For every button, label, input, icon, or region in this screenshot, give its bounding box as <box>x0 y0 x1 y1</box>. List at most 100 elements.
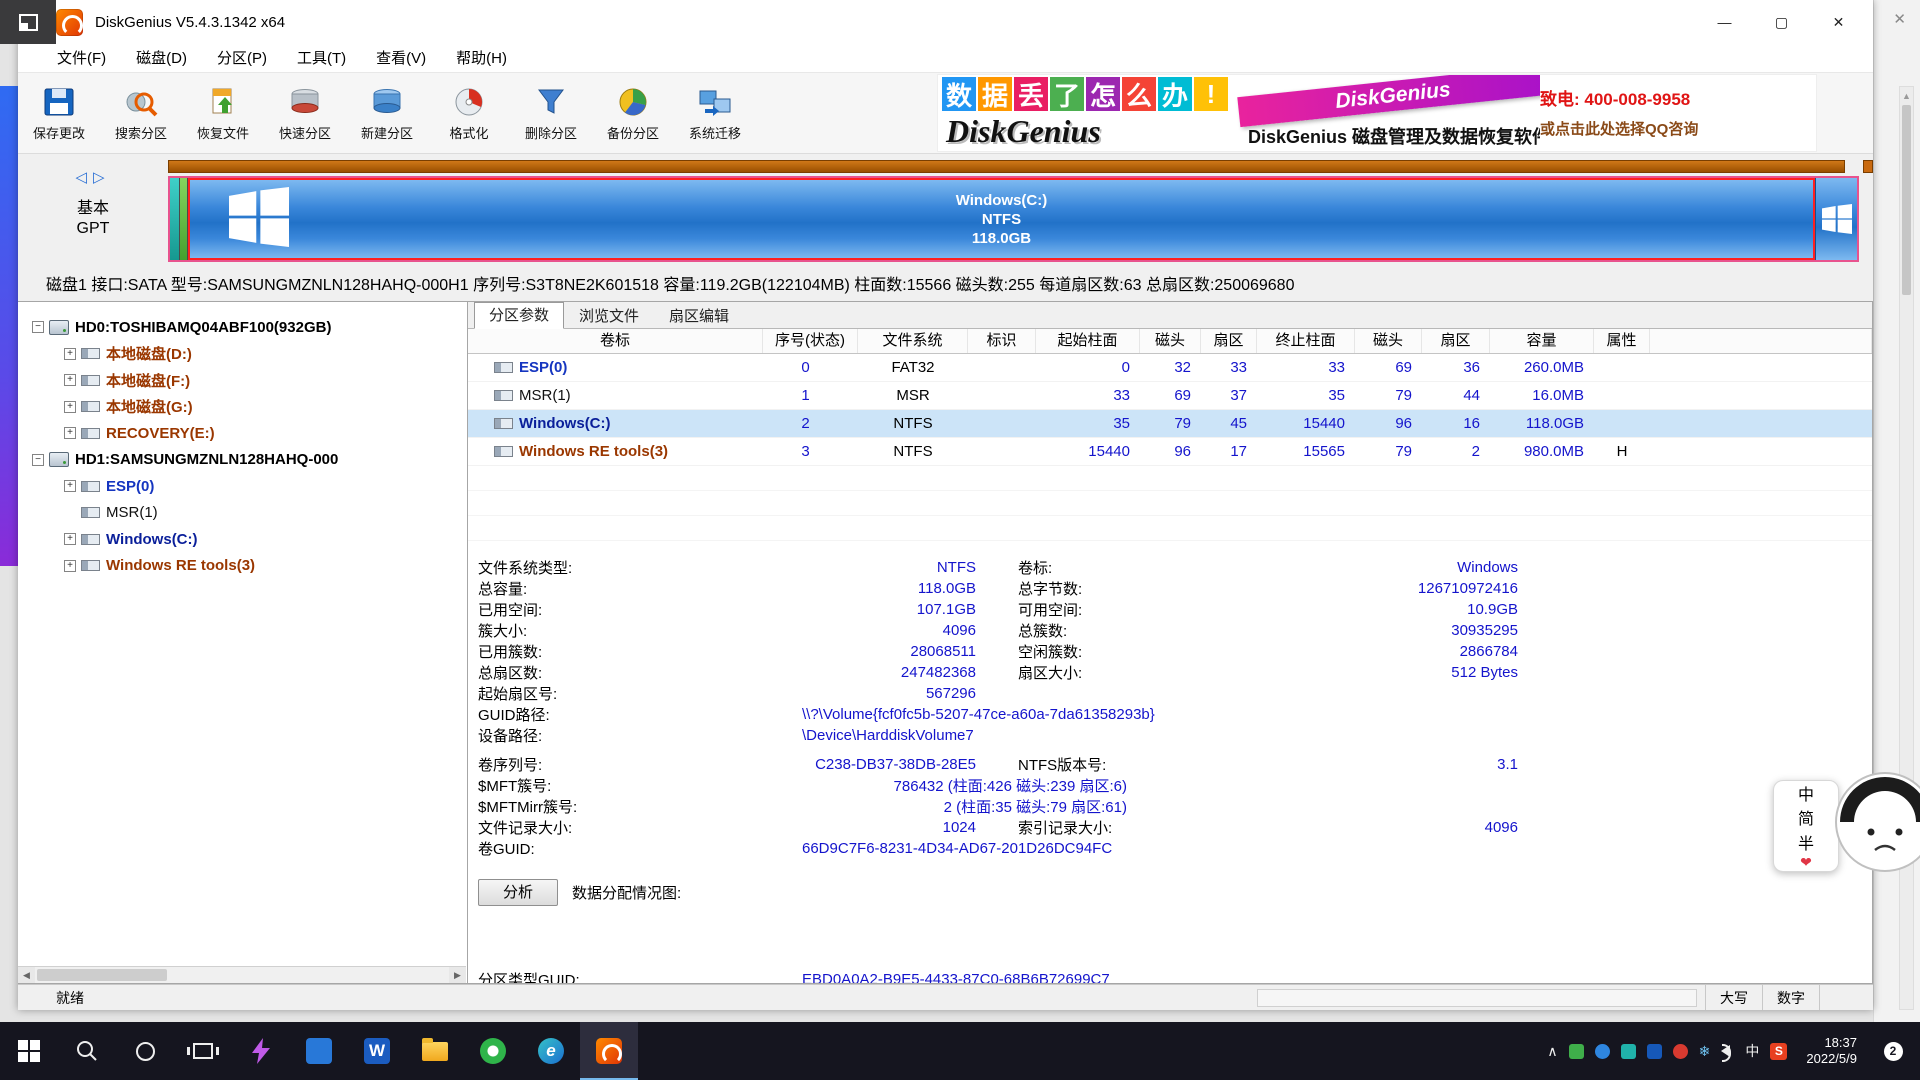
search-partition-button[interactable]: 搜索分区 <box>100 75 182 151</box>
taskbar-file-explorer[interactable] <box>406 1022 464 1080</box>
tree-item-hd1[interactable]: − HD1:SAMSUNGMZNLN128HAHQ-000 <box>18 447 467 474</box>
taskbar-app-flash[interactable] <box>232 1022 290 1080</box>
tree-item-windows-re[interactable]: + Windows RE tools(3) <box>18 553 467 580</box>
tab-partition-params[interactable]: 分区参数 <box>474 302 564 329</box>
tab-sector-edit[interactable]: 扇区编辑 <box>654 303 744 328</box>
scrollbar-thumb[interactable] <box>37 969 167 981</box>
save-changes-button[interactable]: 保存更改 <box>18 75 100 151</box>
disk-prev-button[interactable]: ◁ <box>75 169 93 186</box>
tree-item-windows-c[interactable]: + Windows(C:) <box>18 526 467 553</box>
background-close-icon[interactable]: ✕ <box>1893 10 1906 28</box>
quick-partition-icon <box>286 84 324 120</box>
expand-icon[interactable]: + <box>64 533 76 545</box>
backup-partition-button[interactable]: 备份分区 <box>592 75 674 151</box>
tree-item-recovery-e[interactable]: + RECOVERY(E:) <box>18 420 467 447</box>
expand-icon[interactable]: + <box>64 348 76 360</box>
sogou-icon[interactable]: S <box>1770 1043 1787 1060</box>
partition-segment-msr[interactable] <box>180 178 188 260</box>
menu-partition[interactable]: 分区(P) <box>202 44 282 72</box>
tab-browse-files[interactable]: 浏览文件 <box>564 303 654 328</box>
menu-help[interactable]: 帮助(H) <box>441 44 522 72</box>
recover-file-icon <box>204 84 242 120</box>
expand-icon[interactable]: + <box>64 480 76 492</box>
quick-partition-button[interactable]: 快速分区 <box>264 75 346 151</box>
menu-disk[interactable]: 磁盘(D) <box>121 44 202 72</box>
expand-icon[interactable]: + <box>64 401 76 413</box>
tree-item-local-d[interactable]: + 本地磁盘(D:) <box>18 341 467 368</box>
collapse-icon[interactable]: − <box>32 321 44 333</box>
resize-grip[interactable] <box>1819 985 1873 1010</box>
snowflake-icon[interactable]: ❄ <box>1699 1043 1711 1060</box>
ime-lang-mode[interactable]: 中 <box>1798 781 1814 805</box>
expand-icon[interactable]: + <box>64 427 76 439</box>
new-partition-button[interactable]: 新建分区 <box>346 75 428 151</box>
ime-simplified-mode[interactable]: 简 <box>1798 805 1814 829</box>
tree-item-esp[interactable]: + ESP(0) <box>18 473 467 500</box>
taskbar-app-store[interactable] <box>290 1022 348 1080</box>
partition-icon <box>494 418 513 429</box>
tree-item-msr[interactable]: MSR(1) <box>18 500 467 527</box>
ad-contact[interactable]: 致电: 400-008-9958 或点击此处选择QQ咨询 <box>1540 75 1810 151</box>
table-row-msr[interactable]: MSR(1) 1 MSR 33 69 37 35 79 44 16.0MB <box>468 382 1872 410</box>
disk-next-button[interactable]: ▷ <box>93 169 111 186</box>
heart-icon[interactable]: ❤ <box>1800 854 1812 871</box>
menu-view[interactable]: 查看(V) <box>361 44 441 72</box>
system-migration-button[interactable]: 系统迁移 <box>674 75 756 151</box>
table-row-windows-c[interactable]: Windows(C:) 2 NTFS 35 79 45 15440 96 16 … <box>468 410 1872 438</box>
ad-banner[interactable]: 数 据 丢 了 怎 么 办 ! DiskGenius DiskGenius Di… <box>937 74 1817 152</box>
notification-center-button[interactable]: 2 <box>1876 1042 1910 1061</box>
table-row-windows-re[interactable]: Windows RE tools(3) 3 NTFS 15440 96 17 1… <box>468 438 1872 466</box>
tree-item-local-g[interactable]: + 本地磁盘(G:) <box>18 394 467 421</box>
table-row-esp[interactable]: ESP(0) 0 FAT32 0 32 33 33 69 36 260.0MB <box>468 354 1872 382</box>
restore-window-icon[interactable] <box>19 14 38 31</box>
collapse-icon[interactable]: − <box>32 454 44 466</box>
tray-icon-red[interactable] <box>1673 1044 1688 1059</box>
expand-icon[interactable]: + <box>64 560 76 572</box>
tray-expand-icon[interactable]: ∧ <box>1547 1043 1557 1060</box>
ime-mode-indicator[interactable]: 中 <box>1745 1041 1759 1061</box>
maximize-button[interactable]: ▢ <box>1753 0 1810 44</box>
scroll-up-icon[interactable]: ▲ <box>1900 87 1913 101</box>
expand-icon[interactable]: + <box>64 374 76 386</box>
ad-qq-link[interactable]: 或点击此处选择QQ咨询 <box>1540 118 1810 139</box>
scroll-left-icon[interactable]: ◀ <box>18 967 35 983</box>
taskbar-app-edge[interactable]: e <box>522 1022 580 1080</box>
scroll-right-icon[interactable]: ▶ <box>449 967 466 983</box>
tree-item-local-f[interactable]: + 本地磁盘(F:) <box>18 367 467 394</box>
volume-icon[interactable] <box>1721 1045 1730 1057</box>
scrollbar-thumb[interactable] <box>1902 105 1911 295</box>
disk-capacity-bar[interactable] <box>168 160 1845 173</box>
taskbar-app-diskgenius[interactable] <box>580 1022 638 1080</box>
task-view-button[interactable] <box>174 1022 232 1080</box>
taskbar-clock[interactable]: 18:37 2022/5/9 <box>1798 1035 1865 1067</box>
partition-segment-re-tools[interactable] <box>1815 178 1857 260</box>
tree-item-hd0[interactable]: − HD0:TOSHIBAMQ04ABF100(932GB) <box>18 314 467 341</box>
ime-halfwidth-mode[interactable]: 半 <box>1798 830 1814 854</box>
start-button[interactable] <box>0 1022 58 1080</box>
cortana-button[interactable] <box>116 1022 174 1080</box>
taskbar-search-button[interactable] <box>58 1022 116 1080</box>
partition-segment-esp[interactable] <box>170 178 180 260</box>
save-icon <box>40 84 78 120</box>
recover-files-button[interactable]: 恢复文件 <box>182 75 264 151</box>
analyze-button[interactable]: 分析 <box>478 879 558 906</box>
menu-tools[interactable]: 工具(T) <box>282 44 361 72</box>
tray-icon-blue-circle[interactable] <box>1595 1044 1610 1059</box>
windows-flag-small-icon <box>1822 204 1852 234</box>
tree-horizontal-scrollbar[interactable]: ◀ ▶ <box>18 966 466 983</box>
minimize-button[interactable]: — <box>1696 0 1753 44</box>
taskbar-app-word[interactable]: W <box>348 1022 406 1080</box>
format-button[interactable]: 格式化 <box>428 75 510 151</box>
tray-icon-qq[interactable] <box>1647 1044 1662 1059</box>
tray-icon-green[interactable] <box>1569 1044 1584 1059</box>
menu-file[interactable]: 文件(F) <box>42 44 121 72</box>
menubar: 文件(F) 磁盘(D) 分区(P) 工具(T) 查看(V) 帮助(H) <box>18 44 1873 73</box>
taskbar-app-browser-green[interactable] <box>464 1022 522 1080</box>
tray-icon-teal[interactable] <box>1621 1044 1636 1059</box>
close-button[interactable]: ✕ <box>1810 0 1867 44</box>
partition-segment-windows-c[interactable]: Windows(C:) NTFS 118.0GB <box>188 178 1815 260</box>
partition-detail-panel: 分区参数 浏览文件 扇区编辑 卷标序号(状态) 文件系统标识 起始柱面磁头 扇区… <box>468 301 1873 984</box>
delete-partition-button[interactable]: 删除分区 <box>510 75 592 151</box>
ime-toolbar[interactable]: 中 简 半 ❤ <box>1773 780 1839 872</box>
partition-icon <box>494 362 513 373</box>
